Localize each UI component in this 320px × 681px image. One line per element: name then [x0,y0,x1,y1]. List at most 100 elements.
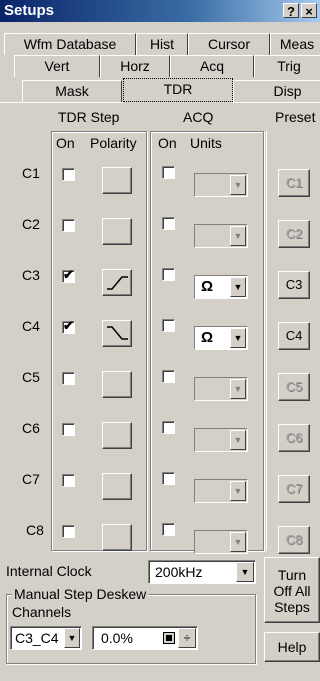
step-on-checkbox[interactable]: ✔ [62,318,75,334]
units-dropdown[interactable]: ▼ [194,377,248,401]
channel-label: C4 [22,318,40,334]
falling-edge-icon [107,326,128,340]
tdr-step-header: TDR Step [58,109,120,125]
step-on-checkbox[interactable]: ✔ [62,267,75,283]
polarity-button[interactable] [102,473,132,500]
channel-label: C2 [22,216,40,232]
preset-divider [266,131,267,551]
channel-label: C6 [22,420,40,436]
deskew-channels-value: C3_C4 [15,630,59,646]
acq-on-checkbox[interactable] [162,523,175,536]
chevron-down-icon[interactable]: ▼ [230,532,246,552]
preset-button[interactable]: C4 [278,322,310,350]
step-on-checkbox[interactable] [62,219,75,232]
channel-label: C3 [22,267,40,283]
acq-on-checkbox[interactable] [162,319,175,332]
step-on-checkbox[interactable] [62,525,75,538]
units-dropdown[interactable]: ▼ [194,428,248,452]
preset-button[interactable]: C1 [278,169,310,197]
preset-header: Preset [275,109,316,125]
rising-edge-icon [107,276,128,290]
turn-off-line3: Steps [274,599,310,615]
step-on-checkbox[interactable] [62,168,75,181]
units-dropdown[interactable]: ▼ [194,173,248,197]
chevron-down-icon[interactable]: ▼ [64,628,80,648]
polarity-button[interactable] [102,320,132,347]
tab-acq[interactable]: Acq [170,55,254,77]
channel-label: C8 [26,522,44,538]
acq-on-checkbox[interactable] [162,370,175,383]
units-dropdown[interactable]: ▼ [194,224,248,248]
spinner-icon[interactable]: ÷ [178,628,196,648]
step-on-header: On [56,135,75,151]
preset-button[interactable]: C3 [278,271,310,299]
close-icon[interactable]: × [301,3,317,19]
units-header: Units [190,135,222,151]
acq-on-checkbox[interactable] [162,268,175,281]
units-dropdown[interactable]: Ω ▼ [194,326,248,350]
preset-button[interactable]: C2 [278,220,310,248]
tab-disp[interactable]: Disp [233,80,320,102]
preset-button[interactable]: C6 [278,424,310,452]
internal-clock-dropdown[interactable]: 200kHz ▼ [148,560,256,584]
tab-horz[interactable]: Horz [100,55,170,77]
chevron-down-icon[interactable]: ▼ [230,175,246,195]
tdr-step-group [51,131,147,551]
tab-trig[interactable]: Trig [254,55,320,77]
check-icon: ✔ [63,267,74,282]
internal-clock-value: 200kHz [155,564,203,580]
units-value: Ω [201,329,214,346]
channel-label: C1 [22,165,40,181]
chevron-down-icon[interactable]: ▼ [236,562,254,582]
step-on-checkbox[interactable] [62,474,75,487]
chevron-down-icon[interactable]: ▼ [230,226,246,246]
acq-on-checkbox[interactable] [162,166,175,179]
chevron-down-icon[interactable]: ▼ [230,277,246,297]
preset-button[interactable]: C7 [278,475,310,503]
tab-baseline [233,102,320,103]
internal-clock-label: Internal Clock [6,563,92,579]
tab-mask[interactable]: Mask [22,80,122,102]
step-on-checkbox[interactable] [62,372,75,385]
units-dropdown[interactable]: Ω ▼ [194,275,248,299]
turn-off-all-steps-button[interactable]: Turn Off All Steps [264,557,320,623]
acq-on-header: On [158,135,177,151]
deskew-value-field[interactable]: 0.0% ÷ [92,626,198,650]
polarity-button[interactable] [102,524,132,551]
polarity-button[interactable] [102,371,132,398]
units-dropdown[interactable]: ▼ [194,530,248,554]
polarity-button[interactable] [102,167,132,194]
preset-button[interactable]: C5 [278,373,310,401]
acq-on-checkbox[interactable] [162,217,175,230]
tab-meas[interactable]: Meas [270,33,320,55]
chevron-down-icon[interactable]: ▼ [230,430,246,450]
tab-tdr[interactable]: TDR [123,78,233,102]
step-on-checkbox[interactable] [62,423,75,436]
polarity-button[interactable] [102,422,132,449]
deskew-channels-label: Channels [12,604,72,620]
turn-off-line1: Turn [277,567,307,583]
polarity-header: Polarity [90,135,137,151]
units-dropdown[interactable]: ▼ [194,479,248,503]
deskew-title: Manual Step Deskew [12,586,149,602]
tab-wfm-database[interactable]: Wfm Database [4,33,136,55]
chevron-down-icon[interactable]: ▼ [230,379,246,399]
tab-vert[interactable]: Vert [14,55,100,77]
tab-baseline [0,102,123,103]
preset-button[interactable]: C8 [278,526,310,554]
polarity-button[interactable] [102,218,132,245]
chevron-down-icon[interactable]: ▼ [230,481,246,501]
deskew-channels-dropdown[interactable]: C3_C4 ▼ [10,626,82,650]
chevron-down-icon[interactable]: ▼ [230,328,246,348]
window-title: Setups [4,2,55,19]
help-button[interactable]: Help [264,632,320,662]
help-icon[interactable]: ? [283,3,299,19]
keypad-icon[interactable] [163,632,175,644]
acq-on-checkbox[interactable] [162,421,175,434]
polarity-button[interactable] [102,269,132,296]
tab-cursor[interactable]: Cursor [188,33,270,55]
tab-hist[interactable]: Hist [136,33,188,55]
turn-off-line2: Off All [273,583,311,599]
deskew-value: 0.0% [101,630,133,646]
acq-on-checkbox[interactable] [162,472,175,485]
